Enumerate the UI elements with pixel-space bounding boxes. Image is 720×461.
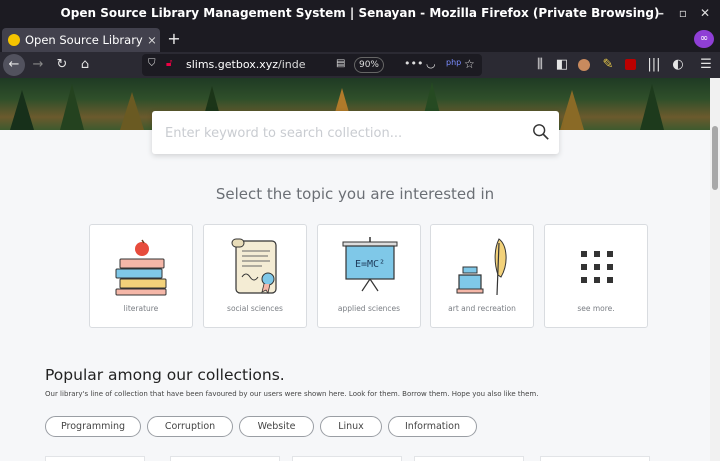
topics-heading: Select the topic you are interested in bbox=[215, 185, 495, 203]
tree-shape bbox=[640, 84, 664, 130]
tree-shape bbox=[120, 92, 144, 130]
pocket-icon[interactable]: ◡ bbox=[426, 57, 436, 70]
minimize-icon[interactable]: – bbox=[652, 4, 670, 22]
favicon-icon bbox=[8, 34, 20, 46]
browser-tab-active[interactable]: Open Source Library Ma × bbox=[2, 28, 160, 52]
topic-label: social sciences bbox=[227, 304, 283, 313]
library-icon[interactable]: ⫼ bbox=[530, 55, 550, 75]
php-icon[interactable]: php bbox=[446, 58, 461, 67]
extension-pen-icon[interactable]: ✎ bbox=[598, 55, 618, 75]
popular-description: Our library's line of collection that ha… bbox=[45, 390, 539, 398]
certificate-icon bbox=[231, 238, 277, 295]
menu-hamburger-icon[interactable]: ☰ bbox=[696, 55, 716, 75]
tree-shape bbox=[10, 90, 34, 130]
url-path: /index.ph bbox=[278, 58, 306, 71]
scrollbar-thumb[interactable] bbox=[712, 126, 718, 190]
tree-shape bbox=[560, 90, 584, 130]
collection-card-partial[interactable] bbox=[292, 456, 402, 461]
page-scrollbar[interactable] bbox=[710, 78, 720, 461]
zoom-level[interactable]: 90% bbox=[354, 57, 384, 73]
private-browsing-icon: ∞ bbox=[694, 30, 714, 48]
collection-card-partial[interactable] bbox=[540, 456, 650, 461]
ublock-icon[interactable] bbox=[620, 55, 640, 75]
topic-card-art-and-recreation[interactable]: art and recreation bbox=[430, 224, 534, 328]
tag-chip-linux[interactable]: Linux bbox=[320, 416, 382, 437]
topic-label: see more. bbox=[577, 304, 615, 313]
search-icon[interactable] bbox=[532, 123, 550, 141]
tag-chip-corruption[interactable]: Corruption bbox=[147, 416, 233, 437]
collection-card-partial[interactable] bbox=[45, 456, 145, 461]
page-actions-icon[interactable]: ••• bbox=[404, 57, 423, 70]
window-title: Open Source Library Management System | … bbox=[60, 6, 660, 20]
topic-label: art and recreation bbox=[448, 304, 516, 313]
sidebar-icon[interactable]: ◧ bbox=[552, 55, 572, 75]
topic-card-see-more[interactable]: see more. bbox=[544, 224, 648, 328]
url-bar[interactable]: ⛉ 🔓︎ slims.getbox.xyz/index.ph ▤ 90% •••… bbox=[142, 54, 482, 76]
projector-emc2-icon: E=MC² bbox=[342, 237, 398, 292]
topic-label: literature bbox=[123, 304, 159, 313]
extension-puzzle-icon[interactable]: ◐ bbox=[668, 55, 688, 75]
reader-view-icon[interactable]: ▤ bbox=[336, 58, 345, 69]
topic-label: applied sciences bbox=[337, 304, 401, 313]
new-tab-button[interactable]: + bbox=[164, 28, 184, 50]
topic-card-social-sciences[interactable]: social sciences bbox=[203, 224, 307, 328]
forward-button[interactable]: → bbox=[28, 55, 48, 75]
popular-heading: Popular among our collections. bbox=[45, 366, 285, 384]
extension-bars-icon[interactable]: ||| bbox=[644, 55, 664, 75]
tab-title: Open Source Library Ma bbox=[25, 33, 144, 47]
back-button[interactable]: ← bbox=[3, 54, 25, 76]
books-apple-icon bbox=[115, 239, 167, 296]
tab-close-icon[interactable]: × bbox=[144, 33, 160, 47]
tree-shape bbox=[60, 84, 84, 130]
collection-search-box bbox=[152, 111, 559, 154]
tag-chip-programming[interactable]: Programming bbox=[45, 416, 141, 437]
reload-button[interactable]: ↻ bbox=[52, 55, 72, 75]
close-window-icon[interactable]: ✕ bbox=[696, 4, 714, 22]
collection-card-partial[interactable] bbox=[170, 456, 280, 461]
inkwell-quill-icon bbox=[456, 238, 507, 296]
collection-card-partial[interactable] bbox=[414, 456, 524, 461]
tag-chip-website[interactable]: Website bbox=[239, 416, 314, 437]
bookmark-star-icon[interactable]: ☆ bbox=[464, 57, 475, 71]
grid-dots-icon bbox=[581, 251, 613, 283]
home-button[interactable]: ⌂ bbox=[75, 55, 95, 75]
topic-card-applied-sciences[interactable]: E=MC² applied sciences bbox=[317, 224, 421, 328]
account-avatar-icon[interactable] bbox=[574, 55, 594, 75]
tag-chip-information[interactable]: Information bbox=[388, 416, 477, 437]
tab-strip: Open Source Library Ma × + ∞ bbox=[0, 26, 720, 52]
window-titlebar: Open Source Library Management System | … bbox=[0, 0, 720, 26]
maximize-icon[interactable]: ▫ bbox=[674, 4, 692, 22]
search-input[interactable] bbox=[165, 123, 525, 143]
navigation-toolbar: ← → ↻ ⌂ ⛉ 🔓︎ slims.getbox.xyz/index.ph ▤… bbox=[0, 52, 720, 78]
url-text[interactable]: slims.getbox.xyz/index.ph bbox=[186, 58, 306, 71]
projector-formula: E=MC² bbox=[355, 259, 385, 270]
url-host: slims.getbox.xyz bbox=[186, 58, 279, 71]
lock-warning-icon[interactable]: 🔓︎ bbox=[166, 58, 172, 69]
topic-card-literature[interactable]: literature bbox=[89, 224, 193, 328]
shield-icon[interactable]: ⛉ bbox=[148, 58, 156, 69]
